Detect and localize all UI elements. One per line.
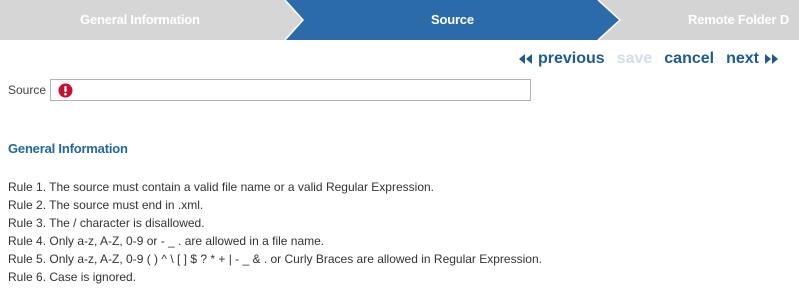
- source-label: Source: [8, 83, 47, 97]
- source-field-row: Source: [8, 78, 532, 103]
- wizard-step-bar: General Information Source Remote Folder…: [0, 0, 799, 40]
- rule-item: Rule 1. The source must contain a valid …: [8, 180, 434, 194]
- double-left-arrow-icon: [519, 54, 533, 64]
- rule-item: Rule 3. The / character is disallowed.: [8, 216, 205, 230]
- error-exclamation-icon: [58, 83, 73, 103]
- step-general-information[interactable]: General Information: [80, 0, 200, 40]
- cancel-button[interactable]: cancel: [664, 50, 714, 68]
- rule-item: Rule 5. Only a-z, A-Z, 0-9 ( ) ^ \ [ ] $…: [8, 252, 542, 266]
- step-source[interactable]: Source: [431, 0, 474, 40]
- next-label: next: [726, 50, 759, 67]
- source-field-box: [50, 79, 532, 103]
- save-button[interactable]: save: [617, 50, 653, 68]
- rule-item: Rule 6. Case is ignored.: [8, 270, 137, 284]
- previous-button[interactable]: previous: [519, 50, 605, 68]
- step-remote-folder[interactable]: Remote Folder D: [688, 0, 789, 40]
- section-title: General Information: [8, 141, 128, 156]
- wizard-nav: previous save cancel next: [519, 48, 779, 70]
- next-button[interactable]: next: [726, 50, 779, 68]
- rules-list: Rule 1. The source must contain a valid …: [8, 178, 542, 286]
- previous-label: previous: [538, 50, 605, 67]
- double-right-arrow-icon: [765, 54, 779, 64]
- source-input[interactable]: [79, 80, 528, 100]
- rule-item: Rule 2. The source must end in .xml.: [8, 198, 204, 212]
- rule-item: Rule 4. Only a-z, A-Z, 0-9 or - _ . are …: [8, 234, 325, 248]
